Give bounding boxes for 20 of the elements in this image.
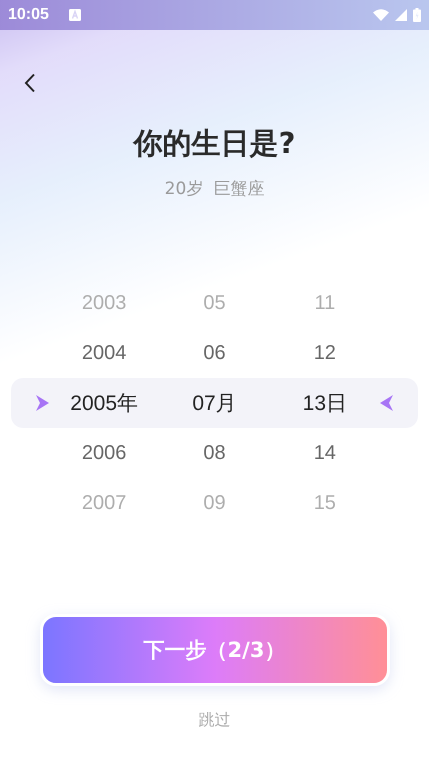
left-pointer-icon bbox=[380, 395, 394, 411]
picker-value[interactable]: 12 bbox=[270, 342, 380, 364]
picker-value[interactable]: 07月 bbox=[159, 389, 270, 417]
notification-icon bbox=[68, 9, 81, 21]
birthday-info: 巨蟹座 bbox=[213, 178, 264, 200]
status-time: 10:05 bbox=[8, 6, 49, 24]
wifi-icon bbox=[373, 9, 389, 21]
birthday-info: 20岁 bbox=[164, 178, 204, 200]
page-title: 你的生日是? bbox=[134, 125, 296, 162]
picker-value[interactable]: 2005年 bbox=[49, 389, 160, 417]
picker-value[interactable]: 06 bbox=[159, 342, 270, 364]
back-icon[interactable] bbox=[24, 73, 36, 93]
picker-value[interactable]: 2006 bbox=[49, 442, 160, 464]
picker-value[interactable]: 2004 bbox=[49, 342, 160, 364]
picker-value[interactable]: 13日 bbox=[270, 389, 380, 417]
signal-icon bbox=[395, 9, 407, 21]
right-pointer-icon bbox=[35, 395, 49, 411]
picker-value[interactable]: 08 bbox=[159, 442, 270, 464]
battery-icon bbox=[413, 8, 421, 22]
picker-value[interactable]: 14 bbox=[270, 442, 380, 464]
